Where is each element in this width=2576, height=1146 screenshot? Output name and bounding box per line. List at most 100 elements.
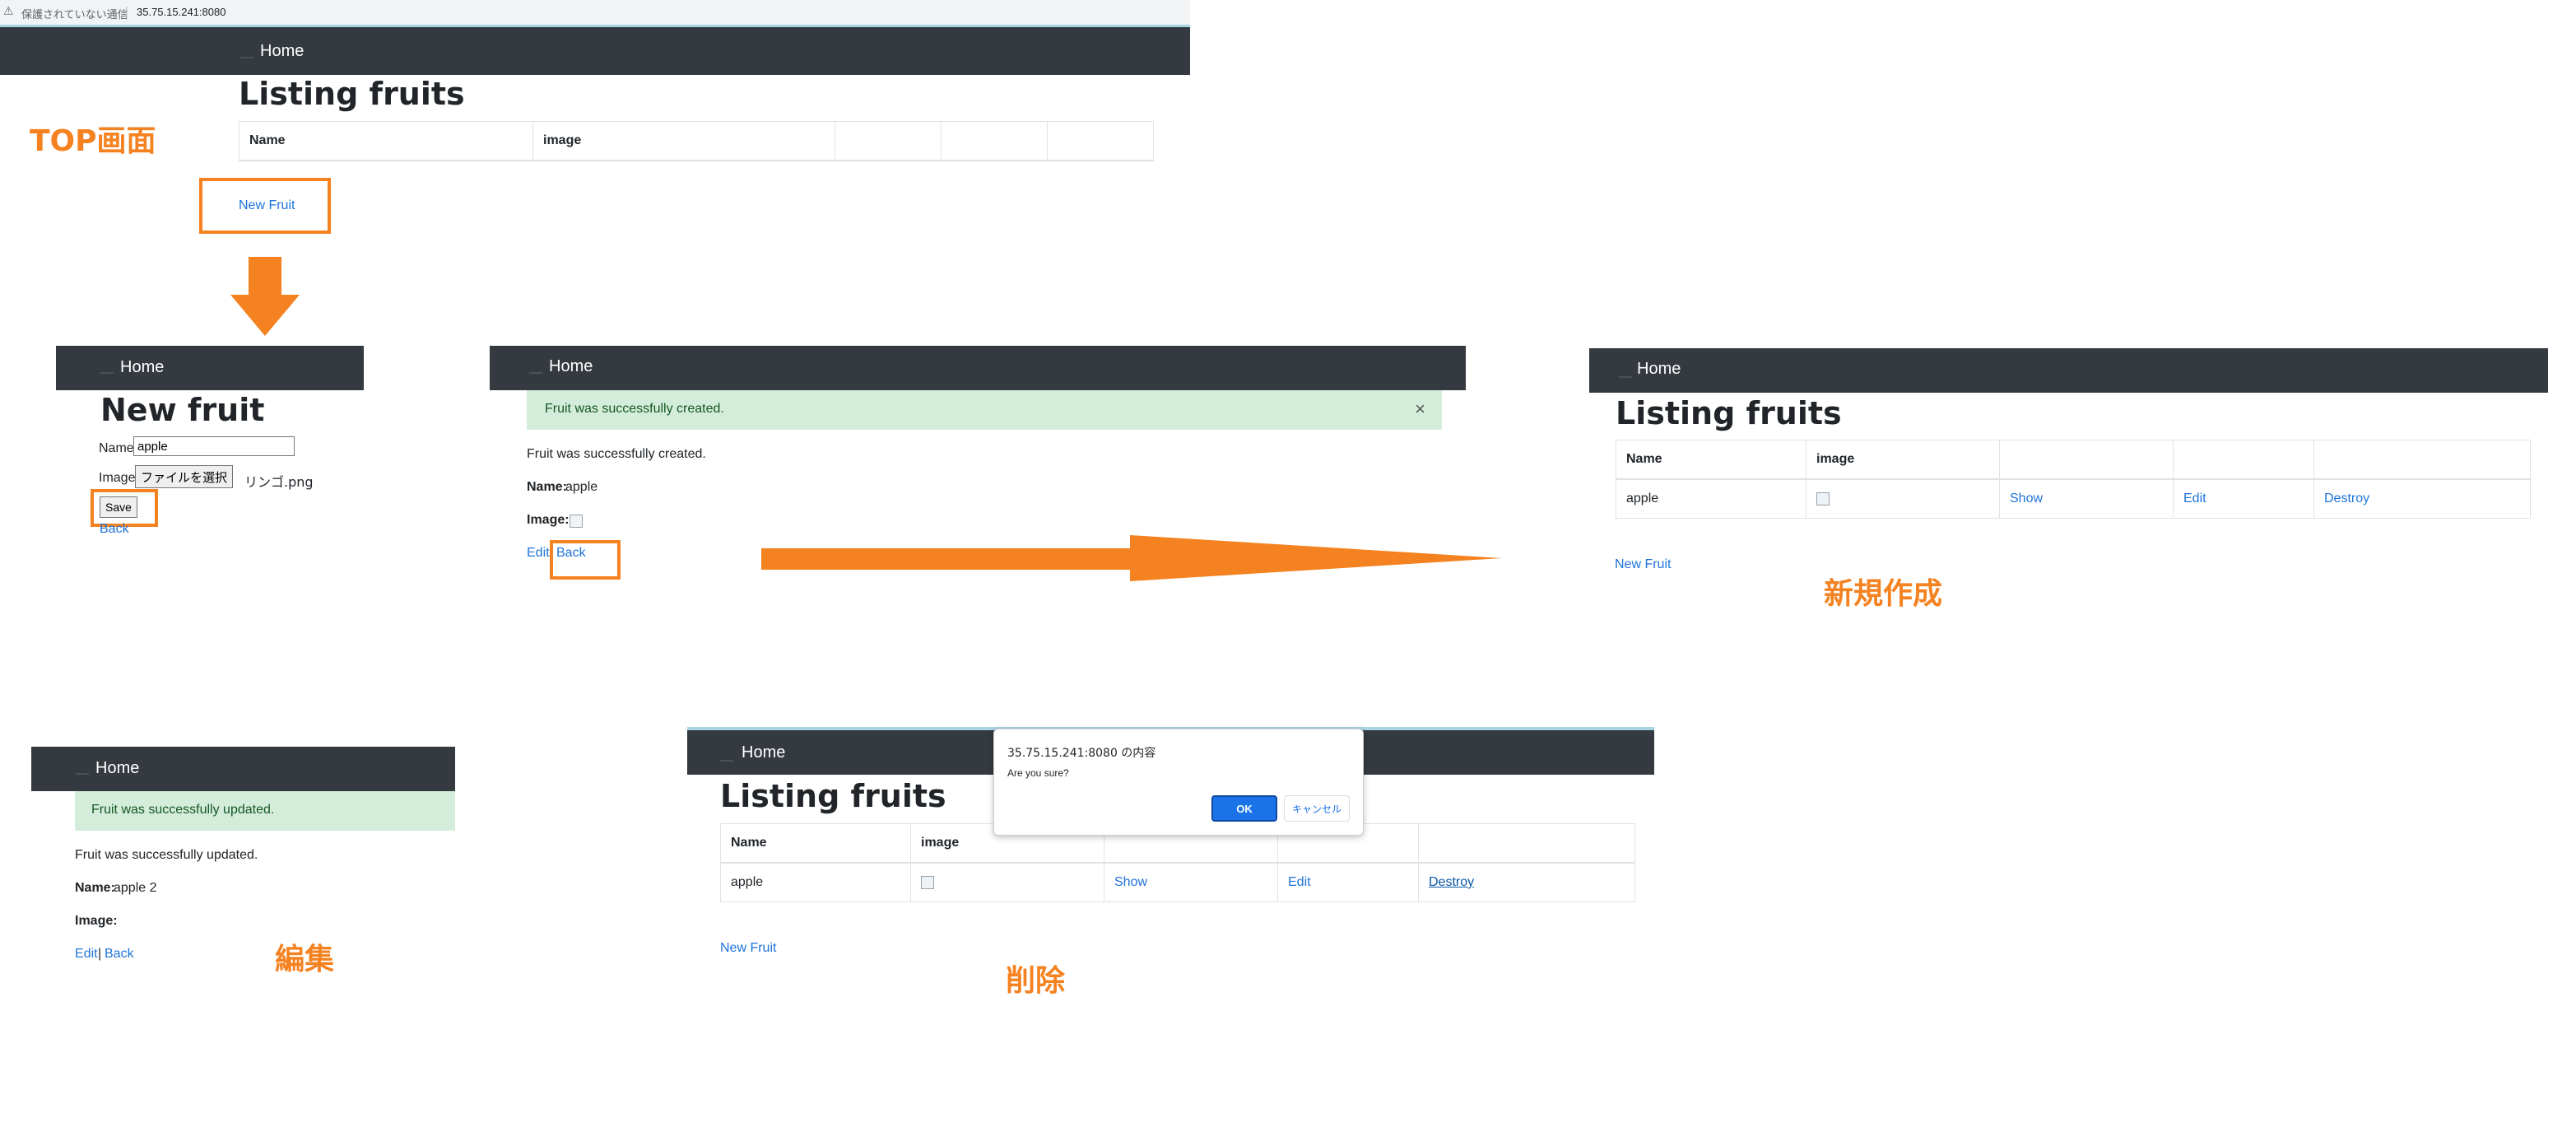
- edit-link[interactable]: Edit: [1288, 875, 1311, 889]
- broken-image-icon: [1816, 491, 1830, 505]
- page-title: New fruit: [100, 392, 265, 428]
- destroy-link[interactable]: Destroy: [1429, 875, 1474, 889]
- col-edit: [2173, 440, 2314, 480]
- show-link[interactable]: Show: [1114, 875, 1147, 889]
- url-text[interactable]: 35.75.15.241:8080: [137, 6, 226, 18]
- created-navbar: Home: [490, 346, 1466, 390]
- col-image: image: [532, 121, 835, 161]
- success-alert: Fruit was successfully created. ×: [527, 390, 1442, 430]
- name-label: Name:: [75, 881, 115, 895]
- cell-image: [1806, 478, 2000, 519]
- navbar-toggler-icon[interactable]: [1619, 376, 1632, 378]
- navbar-toggler-icon[interactable]: [76, 773, 89, 775]
- broken-image-icon: [570, 515, 583, 528]
- annotation-top: TOP画面: [30, 124, 156, 158]
- col-destroy: [2313, 440, 2531, 480]
- home-link[interactable]: Home: [95, 759, 139, 778]
- alert-text: Fruit was successfully updated.: [91, 803, 275, 817]
- alert-text: Fruit was successfully created.: [545, 402, 724, 416]
- browser-address-bar: ⚠ 保護されていない通信 | 35.75.15.241:8080: [0, 0, 1190, 27]
- fruits-table: Name image: [239, 121, 1154, 161]
- navbar-toggler-icon[interactable]: [529, 372, 542, 374]
- page-title: Listing fruits: [239, 76, 465, 112]
- col-destroy: [1047, 121, 1154, 161]
- image-label: Image: [99, 471, 136, 485]
- new-navbar: Home: [56, 346, 364, 390]
- edit-link[interactable]: Edit: [2183, 491, 2206, 505]
- file-select-button[interactable]: ファイルを選択: [135, 465, 234, 488]
- cell-name: apple: [720, 862, 911, 902]
- col-show: [1999, 440, 2174, 480]
- file-name: リンゴ.png: [244, 474, 314, 490]
- link-separator: |: [98, 947, 102, 961]
- down-arrow-icon: [230, 257, 300, 336]
- navbar-toggler-icon[interactable]: [100, 372, 114, 374]
- broken-image-icon: [921, 875, 934, 889]
- security-label: 保護されていない通信: [21, 8, 128, 21]
- name-value: apple: [565, 480, 598, 494]
- edit-link[interactable]: Edit: [75, 947, 98, 962]
- cell-edit: Edit: [1277, 862, 1419, 902]
- cell-name: apple: [1616, 478, 1806, 519]
- destroy-link[interactable]: Destroy: [2324, 491, 2369, 505]
- home-link[interactable]: Home: [120, 358, 164, 377]
- highlight-box: [550, 540, 621, 580]
- table-header-row: Name image: [1616, 440, 2531, 480]
- col-show: [835, 121, 942, 161]
- fruits-table: Name image apple Show Edit Destroy: [1616, 440, 2531, 519]
- ok-button[interactable]: OK: [1211, 795, 1277, 822]
- dialog-message: Are you sure?: [1007, 767, 1069, 779]
- home-link[interactable]: Home: [260, 42, 304, 61]
- right-arrow-icon: [761, 535, 1502, 581]
- edit-link[interactable]: Edit: [527, 546, 550, 561]
- close-icon[interactable]: ×: [1415, 398, 1425, 420]
- annotation-create: 新規作成: [1824, 577, 1943, 611]
- back-link[interactable]: Back: [100, 522, 129, 537]
- confirm-dialog: 35.75.15.241:8080 の内容 Are you sure? OK キ…: [993, 729, 1364, 836]
- name-value: apple 2: [114, 881, 157, 895]
- col-name: Name: [720, 823, 911, 864]
- name-input[interactable]: [133, 436, 295, 456]
- cell-edit: Edit: [2173, 478, 2314, 519]
- notice-text: Fruit was successfully created.: [527, 447, 706, 461]
- notice-text: Fruit was successfully updated.: [75, 848, 258, 862]
- highlight-box: [199, 178, 331, 234]
- cell-image: [910, 862, 1104, 902]
- cancel-button[interactable]: キャンセル: [1284, 795, 1350, 822]
- annotation-edit: 編集: [275, 943, 335, 976]
- back-link[interactable]: Back: [105, 947, 134, 962]
- cell-show: Show: [1999, 478, 2174, 519]
- top-navbar: Home: [0, 27, 1190, 75]
- home-link[interactable]: Home: [742, 743, 785, 762]
- col-name: Name: [239, 121, 533, 161]
- image-label: Image:: [75, 914, 118, 928]
- updated-navbar: Home: [31, 747, 455, 791]
- cell-destroy: Destroy: [2313, 478, 2531, 519]
- navbar-toggler-icon[interactable]: [720, 760, 733, 762]
- table-header-row: Name image: [239, 121, 1154, 161]
- annotation-delete: 削除: [1006, 964, 1066, 998]
- col-edit: [941, 121, 1048, 161]
- cell-destroy: Destroy: [1418, 862, 1635, 902]
- page-title: Listing fruits: [1616, 395, 1842, 431]
- col-name: Name: [1616, 440, 1806, 480]
- new-fruit-link[interactable]: New Fruit: [1615, 557, 1671, 572]
- home-link[interactable]: Home: [549, 357, 593, 376]
- dialog-origin: 35.75.15.241:8080 の内容: [1007, 747, 1156, 760]
- col-destroy: [1418, 823, 1635, 864]
- success-alert: Fruit was successfully updated.: [75, 791, 455, 831]
- home-link[interactable]: Home: [1637, 360, 1681, 379]
- table-row: apple Show Edit Destroy: [720, 862, 1635, 902]
- name-label: Name:: [527, 480, 567, 494]
- cell-show: Show: [1104, 862, 1278, 902]
- name-label: Name: [99, 441, 134, 455]
- new-fruit-link[interactable]: New Fruit: [720, 941, 776, 956]
- navbar-toggler-icon[interactable]: [240, 57, 253, 58]
- show-link[interactable]: Show: [2010, 491, 2043, 505]
- url-separator: |: [125, 4, 128, 17]
- image-label: Image:: [527, 513, 570, 527]
- page-title: Listing fruits: [720, 778, 946, 814]
- warning-icon: ⚠: [3, 4, 14, 17]
- col-image: image: [1806, 440, 2000, 480]
- listing-navbar: Home: [1589, 348, 2548, 393]
